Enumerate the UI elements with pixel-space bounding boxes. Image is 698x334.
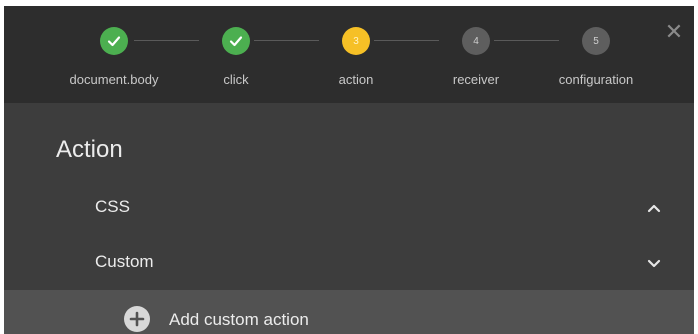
section-title: Action (56, 136, 123, 163)
accordion-custom[interactable]: Custom (4, 238, 694, 288)
accordion-label: CSS (95, 197, 130, 216)
add-custom-action-button[interactable]: Add custom action (4, 290, 694, 334)
check-icon (100, 27, 128, 55)
accordion-css[interactable]: CSS (4, 183, 694, 233)
stepper-header: document.body click 3 action 4 receiver … (4, 6, 694, 103)
close-icon[interactable]: ✕ (664, 21, 684, 43)
step-number-badge: 5 (582, 27, 610, 55)
accordion-label: Custom (95, 252, 154, 271)
step-label: configuration (558, 72, 634, 87)
step-configuration[interactable]: 5 configuration (516, 6, 676, 103)
wizard-panel: document.body click 3 action 4 receiver … (4, 6, 694, 334)
plus-circle-icon (124, 306, 150, 332)
step-number-badge: 4 (462, 27, 490, 55)
add-custom-action-label: Add custom action (169, 310, 309, 329)
step-number-badge: 3 (342, 27, 370, 55)
chevron-down-icon[interactable] (646, 255, 662, 271)
check-icon (222, 27, 250, 55)
chevron-up-icon[interactable] (646, 200, 662, 216)
